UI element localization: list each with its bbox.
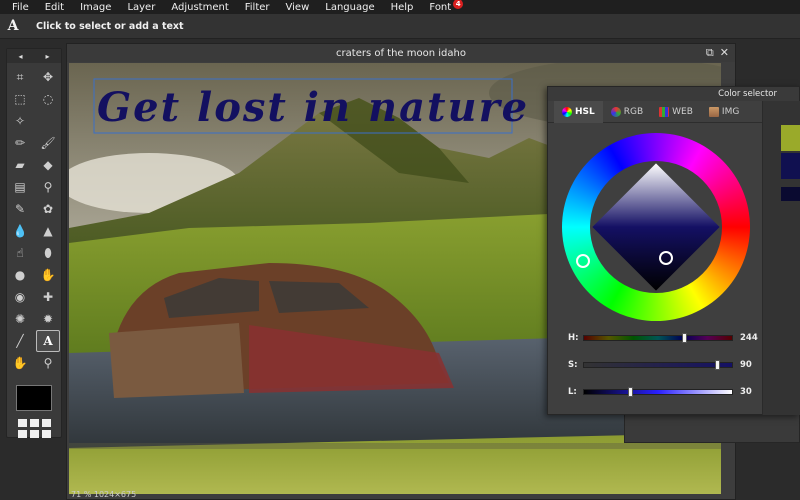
pencil-tool-icon[interactable]: ✏ bbox=[8, 132, 32, 154]
marquee-tool-icon[interactable]: ⬚ bbox=[8, 88, 32, 110]
font-badge: 4 bbox=[453, 0, 464, 9]
hue-slider-thumb[interactable] bbox=[682, 333, 688, 343]
hue-label: H: bbox=[568, 333, 579, 343]
primary-color-swatch[interactable] bbox=[16, 385, 52, 411]
pinch-tool-icon[interactable]: ✹ bbox=[36, 308, 60, 330]
menu-edit[interactable]: Edit bbox=[37, 2, 72, 13]
lightness-label: L: bbox=[568, 387, 577, 397]
menu-language[interactable]: Language bbox=[317, 2, 382, 13]
close-icon[interactable]: ✕ bbox=[720, 46, 729, 60]
arrow-left-icon[interactable]: ◂ bbox=[18, 52, 22, 61]
tool-hint: Click to select or add a text bbox=[36, 20, 184, 32]
menu-filter[interactable]: Filter bbox=[237, 2, 278, 13]
type-tool-icon[interactable]: A bbox=[36, 330, 60, 352]
img-icon bbox=[708, 106, 719, 117]
saturation-slider-row: S: 90 bbox=[568, 358, 768, 372]
toolbox-arrows: ◂ ▸ bbox=[7, 49, 61, 63]
menu-font[interactable]: Font 4 bbox=[421, 0, 464, 13]
layers-panel-edge bbox=[624, 415, 800, 443]
text-layer[interactable]: Get lost in nature bbox=[97, 84, 529, 131]
arrow-right-icon[interactable]: ▸ bbox=[45, 52, 49, 61]
swatch-column bbox=[762, 101, 800, 415]
menu-adjustment[interactable]: Adjustment bbox=[163, 2, 236, 13]
text-tool-icon: A bbox=[7, 18, 19, 34]
magic-wand-tool-icon[interactable]: ✧ bbox=[8, 110, 32, 132]
move-tool-icon[interactable]: ✥ bbox=[36, 66, 60, 88]
lightness-slider-row: L: 30 bbox=[568, 385, 768, 399]
web-icon bbox=[659, 106, 670, 117]
hue-marker[interactable] bbox=[576, 254, 590, 268]
panel-title: Color selector bbox=[548, 87, 799, 101]
document-title: craters of the moon idaho bbox=[336, 47, 466, 59]
sponge-tool-icon[interactable]: ⬮ bbox=[36, 242, 60, 264]
restore-icon[interactable]: ⧉ bbox=[706, 46, 714, 60]
swatch-cell[interactable] bbox=[29, 430, 39, 438]
red-eye-tool-icon[interactable]: ◉ bbox=[8, 286, 32, 308]
color-swatch[interactable] bbox=[781, 187, 800, 201]
color-swatch[interactable] bbox=[781, 153, 800, 179]
tab-img[interactable]: IMG bbox=[701, 101, 747, 123]
status-bar: 71 % 1024×675 bbox=[71, 490, 137, 499]
document-titlebar[interactable]: craters of the moon idaho ⧉ ✕ bbox=[67, 44, 735, 62]
tab-label: RGB bbox=[623, 106, 644, 117]
swatch-cell[interactable] bbox=[29, 419, 39, 427]
sharpen-tool-icon[interactable]: ▲ bbox=[36, 220, 60, 242]
swatch-cell[interactable] bbox=[41, 419, 51, 427]
menu-image[interactable]: Image bbox=[72, 2, 119, 13]
spot-heal-tool-icon[interactable]: ✚ bbox=[36, 286, 60, 308]
tab-hsl[interactable]: HSL bbox=[554, 100, 603, 123]
eraser-tool-icon[interactable]: ▰ bbox=[8, 154, 32, 176]
stamp-tool-icon[interactable]: ⚲ bbox=[36, 176, 60, 198]
swatch-cell[interactable] bbox=[17, 430, 27, 438]
menu-layer[interactable]: Layer bbox=[119, 2, 163, 13]
tab-label: HSL bbox=[575, 106, 595, 117]
sl-marker[interactable] bbox=[659, 251, 673, 265]
saturation-slider[interactable] bbox=[583, 360, 733, 370]
menu-help[interactable]: Help bbox=[383, 2, 422, 13]
blur-tool-icon[interactable]: 💧 bbox=[8, 220, 32, 242]
tool-options-bar: A Click to select or add a text bbox=[0, 14, 800, 39]
color-swatch[interactable] bbox=[781, 125, 800, 151]
crop-tool-icon[interactable]: ⌗ bbox=[8, 66, 32, 88]
paint-bucket-tool-icon[interactable]: ◆ bbox=[36, 154, 60, 176]
drawing-tool-icon[interactable]: ✿ bbox=[36, 198, 60, 220]
saturation-slider-thumb[interactable] bbox=[714, 360, 720, 370]
color-replace-tool-icon[interactable]: ✎ bbox=[8, 198, 32, 220]
tab-rgb[interactable]: RGB bbox=[603, 101, 651, 123]
menu-file[interactable]: File bbox=[0, 2, 37, 13]
saturation-value: 90 bbox=[740, 360, 752, 370]
menu-view[interactable]: View bbox=[278, 2, 318, 13]
lightness-slider-thumb[interactable] bbox=[627, 387, 633, 397]
hue-value: 244 bbox=[740, 333, 758, 343]
tab-label: WEB bbox=[672, 106, 693, 117]
swatch-cell[interactable] bbox=[17, 419, 27, 427]
toolbox: ◂ ▸ ⌗ ✥ ⬚ ◌ ✧ ✏ 🖌 ▰ ◆ ▤ ⚲ ✎ ✿ 💧 ▲ ☝ ⬮ ● ✋ ◉ ✚ ✺ ✹ ╱ A ✋ ⚲ bbox=[6, 48, 62, 438]
smudge-tool-icon[interactable]: ☝ bbox=[8, 242, 32, 264]
hue-slider-row: H: 244 bbox=[568, 331, 768, 345]
hand-tool-icon[interactable]: ✋ bbox=[8, 352, 32, 374]
lightness-slider[interactable] bbox=[583, 387, 733, 397]
lasso-tool-icon[interactable]: ◌ bbox=[36, 88, 60, 110]
saturation-label: S: bbox=[568, 360, 578, 370]
rgb-icon bbox=[610, 106, 621, 117]
dodge-tool-icon[interactable]: ● bbox=[8, 264, 32, 286]
brush-tool-icon[interactable]: 🖌 bbox=[36, 132, 60, 154]
menu-bar: File Edit Image Layer Adjustment Filter View La… bbox=[0, 0, 800, 14]
tool-grid: ⌗ ✥ ⬚ ◌ ✧ ✏ 🖌 ▰ ◆ ▤ ⚲ ✎ ✿ 💧 ▲ ☝ ⬮ ● ✋ ◉ ✚ ✺ ✹ ╱ A ✋ ⚲ bbox=[7, 63, 61, 377]
gradient-tool-icon[interactable]: ▤ bbox=[8, 176, 32, 198]
zoom-tool-icon[interactable]: ⚲ bbox=[36, 352, 60, 374]
bloat-tool-icon[interactable]: ✺ bbox=[8, 308, 32, 330]
tab-label: IMG bbox=[721, 106, 740, 117]
burn-tool-icon[interactable]: ✋ bbox=[36, 264, 60, 286]
swatch-cell[interactable] bbox=[41, 430, 51, 438]
color-selector-panel[interactable]: Color selector HSL RGB WEB IMG H: 244 S: 90… bbox=[547, 86, 800, 415]
hsl-icon bbox=[562, 106, 572, 117]
color-picker-tool-icon[interactable]: ╱ bbox=[8, 330, 32, 352]
hue-slider[interactable] bbox=[583, 333, 733, 343]
empty-slot bbox=[36, 110, 60, 132]
lightness-value: 30 bbox=[740, 387, 752, 397]
hsl-color-wheel[interactable] bbox=[562, 133, 750, 321]
swatch-grid[interactable] bbox=[17, 419, 51, 438]
tab-web[interactable]: WEB bbox=[651, 101, 701, 123]
